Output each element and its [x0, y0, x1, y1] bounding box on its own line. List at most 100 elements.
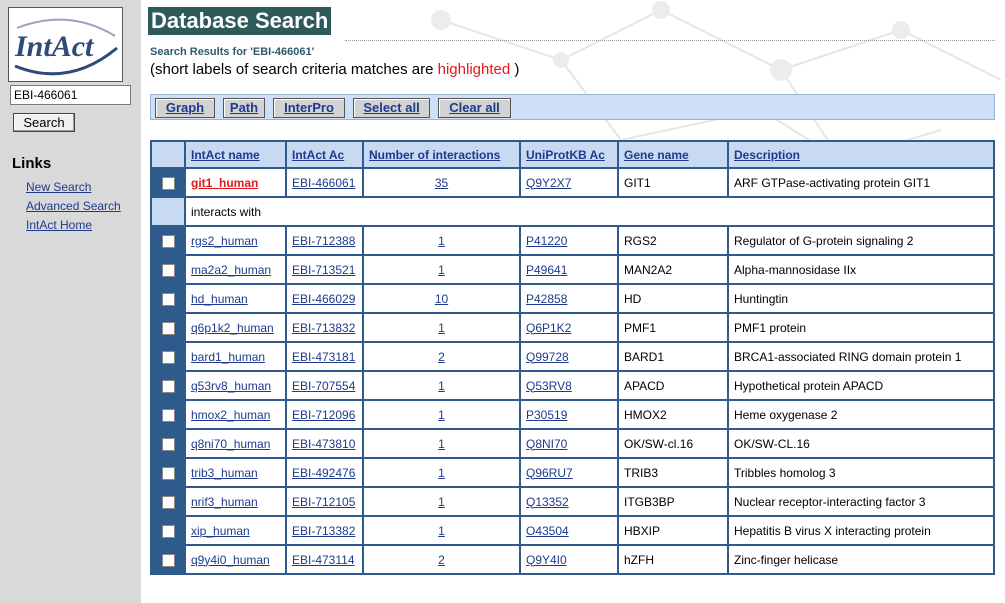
intact-ac-link[interactable]: EBI-713832: [292, 321, 355, 335]
intact-name-link[interactable]: hd_human: [191, 292, 248, 306]
interactions-cell: 35: [362, 167, 521, 198]
interactions-link[interactable]: 1: [438, 437, 445, 451]
hint-prefix: (short labels of search criteria matches…: [150, 61, 438, 78]
row-checkbox[interactable]: [161, 466, 175, 480]
row-checkbox[interactable]: [161, 408, 175, 422]
column-gene-name[interactable]: Gene name: [617, 140, 729, 169]
interactions-link[interactable]: 2: [438, 553, 445, 567]
row-checkbox[interactable]: [161, 379, 175, 393]
table-row: rgs2_human EBI-712388 1 P41220 RGS2 Regulator…: [150, 225, 995, 256]
uniprot-link[interactable]: Q8NI70: [526, 437, 567, 451]
intact-ac-link[interactable]: EBI-713382: [292, 524, 355, 538]
row-checkbox[interactable]: [161, 292, 175, 306]
path-button[interactable]: Path: [223, 98, 265, 118]
highlight-hint: (short labels of search criteria matches…: [150, 61, 519, 78]
uniprot-cell: Q6P1K2: [519, 312, 619, 343]
uniprot-link[interactable]: Q96RU7: [526, 466, 573, 480]
interactions-link[interactable]: 1: [438, 524, 445, 538]
column-number-of-interactions[interactable]: Number of interactions: [362, 140, 521, 169]
description-cell: Hepatitis B virus X interacting protein: [727, 515, 995, 546]
uniprot-link[interactable]: P49641: [526, 263, 567, 277]
intact-ac-link[interactable]: EBI-473810: [292, 437, 355, 451]
intact-ac-link[interactable]: EBI-712105: [292, 495, 355, 509]
graph-button[interactable]: Graph: [155, 98, 215, 118]
uniprot-link[interactable]: P42858: [526, 292, 567, 306]
row-checkbox[interactable]: [161, 524, 175, 538]
uniprot-link[interactable]: Q99728: [526, 350, 569, 364]
intact-name-link[interactable]: nrif3_human: [191, 495, 258, 509]
uniprot-link[interactable]: Q13352: [526, 495, 569, 509]
interactions-cell: 1: [362, 254, 521, 285]
intact-ac-link[interactable]: EBI-466061: [292, 176, 355, 190]
row-checkbox[interactable]: [161, 176, 175, 190]
intact-name-link[interactable]: git1_human: [191, 176, 258, 190]
table-header-row: IntAct name IntAct Ac Number of interact…: [150, 140, 995, 169]
column-intact-name[interactable]: IntAct name: [184, 140, 287, 169]
uniprot-link[interactable]: Q6P1K2: [526, 321, 571, 335]
uniprot-link[interactable]: Q9Y4I0: [526, 553, 567, 567]
clear-all-button[interactable]: Clear all: [438, 98, 511, 118]
intact-name-link[interactable]: rgs2_human: [191, 234, 258, 248]
advanced-search-link[interactable]: Advanced Search: [26, 199, 121, 213]
intact-name-link[interactable]: ma2a2_human: [191, 263, 271, 277]
column-description[interactable]: Description: [727, 140, 995, 169]
intact-name-link[interactable]: bard1_human: [191, 350, 265, 364]
intact-logo[interactable]: IntAct: [8, 7, 123, 82]
intact-ac-cell: EBI-466061: [285, 167, 364, 198]
interactions-link[interactable]: 1: [438, 321, 445, 335]
hint-highlight-word: highlighted: [437, 61, 511, 78]
uniprot-link[interactable]: P41220: [526, 234, 567, 248]
intact-name-link[interactable]: xip_human: [191, 524, 250, 538]
column-intact-ac[interactable]: IntAct Ac: [285, 140, 364, 169]
row-checkbox-cell: [150, 486, 186, 517]
gene-name-cell: APACD: [617, 370, 729, 401]
row-checkbox[interactable]: [161, 437, 175, 451]
intact-name-cell: q6p1k2_human: [184, 312, 287, 343]
column-uniprotkb-ac[interactable]: UniProtKB Ac: [519, 140, 619, 169]
intact-ac-link[interactable]: EBI-492476: [292, 466, 355, 480]
interactions-link[interactable]: 1: [438, 408, 445, 422]
row-checkbox[interactable]: [161, 263, 175, 277]
gene-name-cell: HBXIP: [617, 515, 729, 546]
interpro-button[interactable]: InterPro: [273, 98, 345, 118]
intact-name-link[interactable]: q9y4i0_human: [191, 553, 270, 567]
search-input[interactable]: [10, 85, 131, 105]
select-all-button[interactable]: Select all: [353, 98, 430, 118]
interactions-link[interactable]: 35: [435, 176, 448, 190]
header-checkbox-column: [150, 140, 186, 169]
uniprot-cell: O43504: [519, 515, 619, 546]
uniprot-link[interactable]: Q53RV8: [526, 379, 572, 393]
interactions-link[interactable]: 2: [438, 350, 445, 364]
intact-name-link[interactable]: trib3_human: [191, 466, 258, 480]
row-checkbox[interactable]: [161, 553, 175, 567]
intact-name-link[interactable]: q53rv8_human: [191, 379, 271, 393]
intact-home-link[interactable]: IntAct Home: [26, 218, 92, 232]
intact-ac-link[interactable]: EBI-473114: [292, 553, 355, 567]
intact-ac-link[interactable]: EBI-713521: [292, 263, 355, 277]
intact-ac-link[interactable]: EBI-712388: [292, 234, 355, 248]
new-search-link[interactable]: New Search: [26, 180, 91, 194]
uniprot-link[interactable]: O43504: [526, 524, 569, 538]
intact-ac-cell: EBI-492476: [285, 457, 364, 488]
intact-ac-link[interactable]: EBI-466029: [292, 292, 355, 306]
interactions-link[interactable]: 1: [438, 495, 445, 509]
row-checkbox[interactable]: [161, 321, 175, 335]
interactions-link[interactable]: 1: [438, 466, 445, 480]
intact-name-link[interactable]: q6p1k2_human: [191, 321, 274, 335]
row-checkbox[interactable]: [161, 350, 175, 364]
intact-name-cell: xip_human: [184, 515, 287, 546]
intact-name-link[interactable]: q8ni70_human: [191, 437, 270, 451]
row-checkbox[interactable]: [161, 495, 175, 509]
search-button[interactable]: Search: [13, 113, 75, 132]
intact-ac-link[interactable]: EBI-707554: [292, 379, 355, 393]
uniprot-link[interactable]: Q9Y2X7: [526, 176, 571, 190]
uniprot-link[interactable]: P30519: [526, 408, 567, 422]
intact-ac-link[interactable]: EBI-473181: [292, 350, 355, 364]
interactions-link[interactable]: 1: [438, 379, 445, 393]
intact-ac-link[interactable]: EBI-712096: [292, 408, 355, 422]
row-checkbox[interactable]: [161, 234, 175, 248]
interactions-link[interactable]: 1: [438, 263, 445, 277]
interactions-link[interactable]: 1: [438, 234, 445, 248]
intact-name-link[interactable]: hmox2_human: [191, 408, 270, 422]
interactions-link[interactable]: 10: [435, 292, 448, 306]
